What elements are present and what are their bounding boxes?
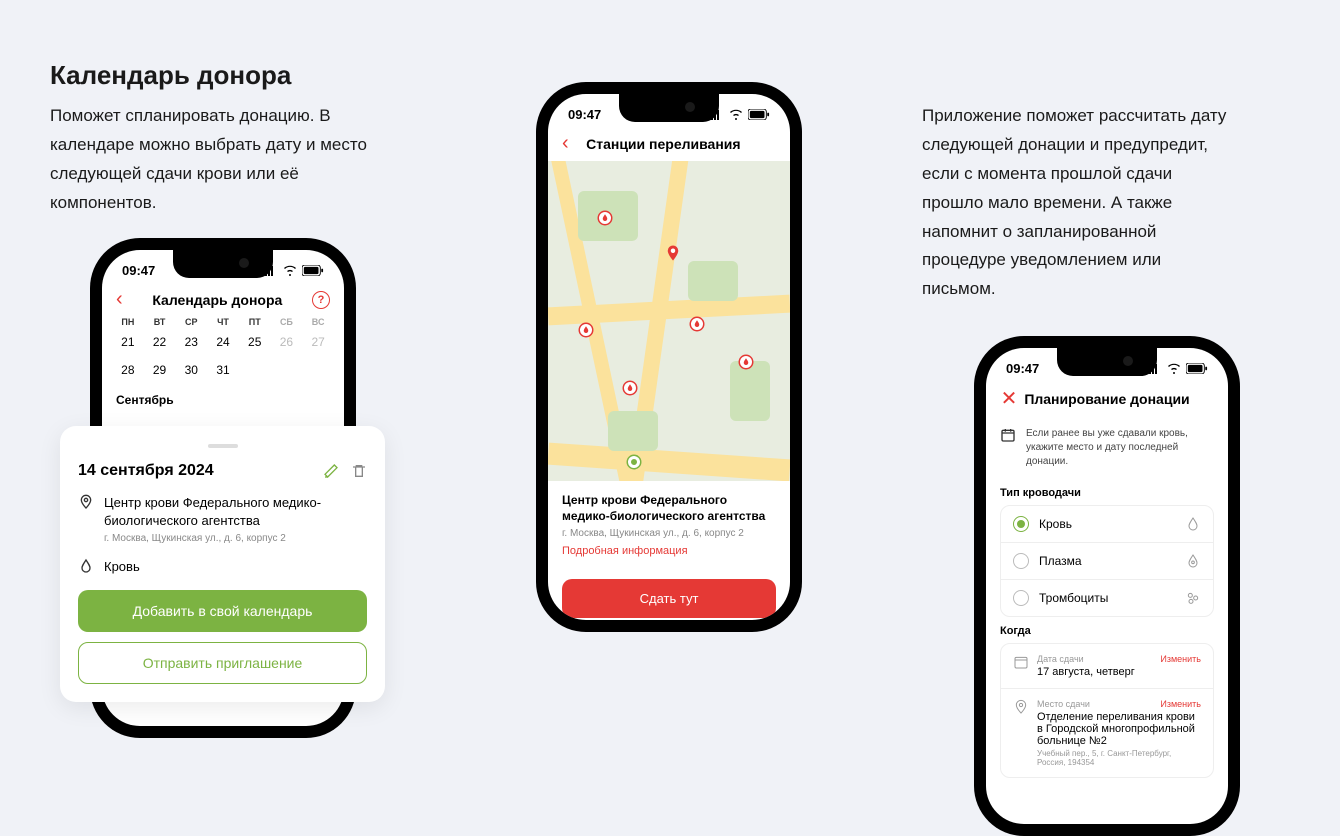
cal-day[interactable]: 22	[144, 331, 176, 353]
pin-icon	[1013, 699, 1029, 715]
cal-day[interactable]: 29	[144, 359, 176, 381]
date-value: 17 августа, четверг	[1037, 666, 1201, 678]
send-invite-button[interactable]: Отправить приглашение	[78, 642, 367, 684]
battery-icon	[302, 265, 324, 276]
radio-blood[interactable]: Кровь	[1001, 506, 1213, 543]
description-right: Приложение поможет рассчитать дату следу…	[922, 102, 1232, 304]
status-time: 09:47	[568, 107, 601, 122]
phone-stations: 09:47 ‹ Станции переливания	[536, 82, 802, 632]
map-view[interactable]	[548, 161, 790, 481]
calendar-icon	[1013, 654, 1029, 670]
status-time: 09:47	[1006, 361, 1039, 376]
screen-title: Календарь донора	[152, 292, 282, 308]
cal-day-selected[interactable]: 23	[175, 331, 207, 353]
phone-planning: 09:47 ✕ Планирование донации Если ранее …	[974, 336, 1240, 836]
platelets-icon	[1185, 590, 1201, 606]
screen-title: Станции переливания	[586, 136, 740, 152]
map-pin[interactable]	[688, 315, 706, 333]
cal-day[interactable]: 25	[239, 331, 271, 353]
screen-title: Планирование донации	[1024, 391, 1189, 407]
pin-icon	[78, 494, 94, 510]
weekday-row: ПНВТСРЧТПТСБВС	[102, 317, 344, 327]
description-left: Поможет спланировать донацию. В календар…	[50, 102, 370, 218]
cal-day[interactable]: 27	[302, 331, 334, 353]
change-date-link[interactable]: Изменить	[1160, 654, 1201, 664]
help-icon[interactable]: ?	[312, 291, 330, 309]
edit-icon[interactable]	[323, 463, 339, 479]
back-icon[interactable]: ‹	[562, 132, 569, 155]
info-banner-text: Если ранее вы уже сдавали кровь, укажите…	[1026, 427, 1214, 469]
map-pin[interactable]	[596, 209, 614, 227]
when-group: Дата сдачиИзменить 17 августа, четверг М…	[1000, 643, 1214, 778]
back-icon[interactable]: ‹	[116, 288, 123, 311]
calendar-grid: 21 22 23 24 25 26 27 28 29 30 31	[102, 327, 344, 385]
close-icon[interactable]: ✕	[1000, 386, 1018, 411]
month-label: Сентябрь	[102, 385, 344, 415]
battery-icon	[748, 109, 770, 120]
map-pin[interactable]	[737, 353, 755, 371]
place-field[interactable]: Место сдачиИзменить Отделение переливани…	[1001, 689, 1213, 777]
drop-icon	[1185, 516, 1201, 532]
type-section-label: Тип кроводачи	[986, 479, 1228, 505]
status-time: 09:47	[122, 263, 155, 278]
radio-plasma[interactable]: Плазма	[1001, 543, 1213, 580]
date-field[interactable]: Дата сдачиИзменить 17 августа, четверг	[1001, 644, 1213, 689]
plasma-icon	[1185, 553, 1201, 569]
trash-icon[interactable]	[351, 463, 367, 479]
station-address: г. Москва, Щукинская ул., д. 6, корпус 2	[562, 528, 776, 539]
station-details-link[interactable]: Подробная информация	[562, 545, 776, 557]
change-place-link[interactable]: Изменить	[1160, 699, 1201, 709]
phone-notch	[173, 250, 273, 278]
center-address: г. Москва, Щукинская ул., д. 6, корпус 2	[104, 532, 367, 546]
add-calendar-button[interactable]: Добавить в свой календарь	[78, 590, 367, 632]
wifi-icon	[1166, 360, 1182, 376]
cal-day[interactable]: 28	[112, 359, 144, 381]
donation-type-group: Кровь Плазма Тромбоциты	[1000, 505, 1214, 617]
center-name: Центр крови Федерального медико-биологич…	[104, 494, 367, 530]
cal-day[interactable]: 24	[207, 331, 239, 353]
cal-day[interactable]: 31	[207, 359, 239, 381]
map-pin[interactable]	[621, 379, 639, 397]
place-address: Учебный пер., 5, г. Санкт-Петербург, Рос…	[1037, 749, 1201, 767]
station-name: Центр крови Федерального медико-биологич…	[562, 493, 776, 524]
drag-handle[interactable]	[208, 444, 238, 448]
drop-icon	[78, 558, 94, 574]
battery-icon	[1186, 363, 1208, 374]
place-value: Отделение переливания крови в Городской …	[1037, 711, 1201, 747]
radio-platelets[interactable]: Тромбоциты	[1001, 580, 1213, 616]
phone-notch	[619, 94, 719, 122]
page-heading: Календарь донора	[50, 60, 291, 91]
wifi-icon	[728, 106, 744, 122]
map-pin-user[interactable]	[625, 453, 643, 471]
map-pin-selected[interactable]	[664, 244, 682, 262]
donate-here-button[interactable]: Сдать тут	[562, 579, 776, 618]
wifi-icon	[282, 262, 298, 278]
cal-day[interactable]: 30	[175, 359, 207, 381]
event-date: 14 сентября 2024	[78, 462, 214, 480]
donation-type: Кровь	[104, 559, 140, 574]
map-pin[interactable]	[577, 321, 595, 339]
donation-event-card: 14 сентября 2024 Центр крови Федеральног…	[60, 426, 385, 702]
when-section-label: Когда	[986, 617, 1228, 643]
cal-day[interactable]: 26	[271, 331, 303, 353]
cal-day[interactable]: 21	[112, 331, 144, 353]
calendar-info-icon	[1000, 427, 1016, 443]
phone-notch	[1057, 348, 1157, 376]
